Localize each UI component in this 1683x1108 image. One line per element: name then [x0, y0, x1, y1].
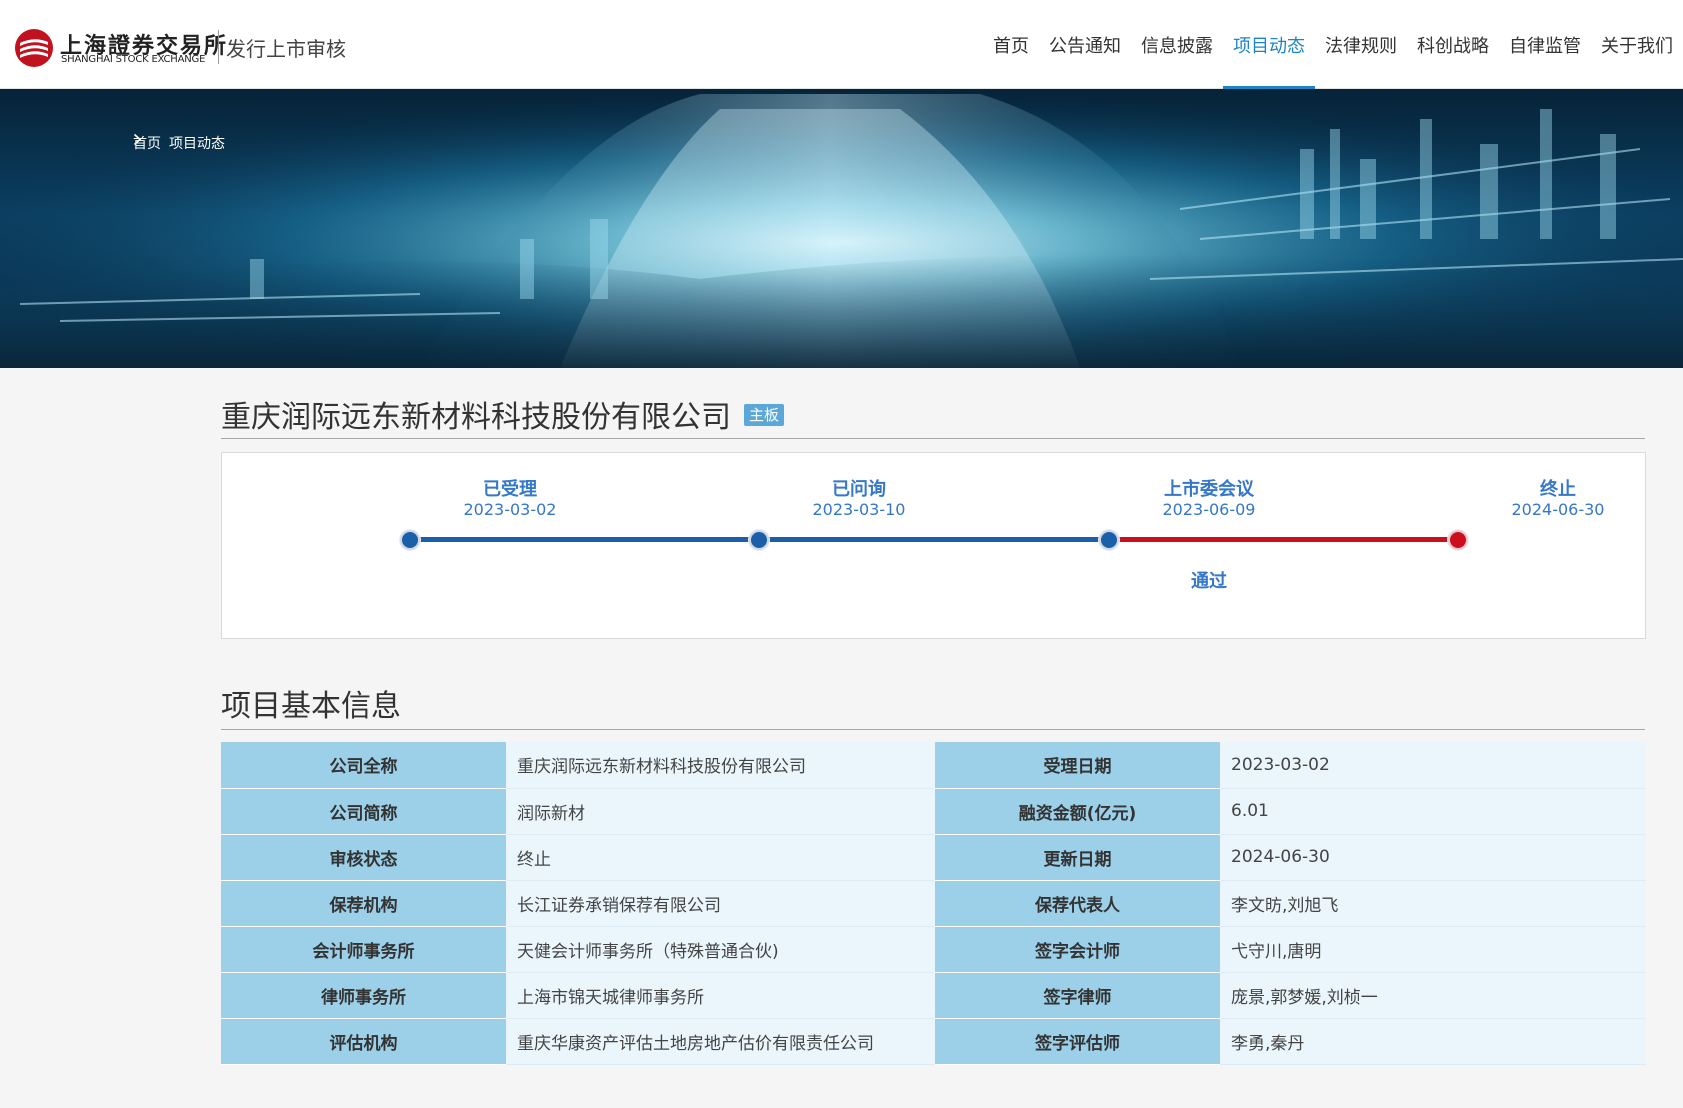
banner-image — [0, 89, 1683, 368]
basic-info-title: 项目基本信息 — [221, 689, 401, 724]
section-divider — [221, 729, 1645, 730]
basic-info-table: 公司全称 重庆润际远东新材料科技股份有限公司 受理日期 2023-03-02 公… — [221, 742, 1646, 1065]
title-divider — [221, 438, 1645, 439]
info-label: 保荐机构 — [221, 880, 506, 927]
company-name-title: 重庆润际远东新材料科技股份有限公司 — [221, 400, 731, 435]
step-date-listing-committee: 2023-06-09 — [1162, 500, 1256, 519]
info-value: 长江证券承销保荐有限公司 — [506, 880, 935, 927]
step-date-accepted: 2023-03-02 — [463, 500, 557, 519]
table-row: 公司简称 润际新材 融资金额(亿元) 6.01 — [221, 788, 1646, 835]
step-result-passed: 通过 — [1191, 571, 1227, 592]
info-label: 会计师事务所 — [221, 926, 506, 973]
nav-home[interactable]: 首页 — [983, 0, 1039, 89]
nav-self-regulation[interactable]: 自律监管 — [1499, 0, 1591, 89]
info-label: 签字会计师 — [935, 926, 1220, 973]
info-label: 公司全称 — [221, 742, 506, 789]
nav-star-strategy[interactable]: 科创战略 — [1407, 0, 1499, 89]
info-value: 6.01 — [1220, 788, 1646, 835]
site-header: 上海證券交易所 SHANGHAI STOCK EXCHANGE 发行上市审核 首… — [0, 0, 1683, 90]
nav-about-us[interactable]: 关于我们 — [1591, 0, 1683, 89]
step-dot-accepted — [400, 530, 420, 550]
progress-track-terminated — [1110, 537, 1458, 542]
step-name-listing-committee: 上市委会议 — [1164, 479, 1254, 500]
step-date-terminated: 2024-06-30 — [1511, 500, 1605, 519]
step-name-inquired: 已问询 — [832, 479, 886, 500]
info-value: 润际新材 — [506, 788, 935, 835]
info-value: 终止 — [506, 834, 935, 881]
info-value: 李文昉,刘旭飞 — [1220, 880, 1646, 927]
info-value: 重庆润际远东新材料科技股份有限公司 — [506, 742, 935, 789]
info-value: 2024-06-30 — [1220, 834, 1646, 881]
nav-announcements[interactable]: 公告通知 — [1039, 0, 1131, 89]
step-dot-terminated — [1448, 530, 1468, 550]
nav-disclosure[interactable]: 信息披露 — [1131, 0, 1223, 89]
info-value: 2023-03-02 — [1220, 742, 1646, 789]
logo-divider — [218, 30, 219, 64]
info-label: 更新日期 — [935, 834, 1220, 881]
step-name-accepted: 已受理 — [483, 479, 537, 500]
info-value: 上海市锦天城律师事务所 — [506, 972, 935, 1019]
table-row: 评估机构 重庆华康资产评估土地房地产估价有限责任公司 签字评估师 李勇,秦丹 — [221, 1018, 1646, 1065]
board-badge: 主板 — [744, 404, 785, 426]
breadcrumb-current: 项目动态 — [169, 136, 225, 152]
site-name: 发行上市审核 — [226, 37, 346, 61]
info-label: 受理日期 — [935, 742, 1220, 789]
info-value: 李勇,秦丹 — [1220, 1018, 1646, 1065]
review-progress-timeline: 已受理 2023-03-02 已问询 2023-03-10 上市委会议 2023… — [221, 452, 1646, 639]
info-label: 签字评估师 — [935, 1018, 1220, 1065]
info-label: 融资金额(亿元) — [935, 788, 1220, 835]
info-label: 律师事务所 — [221, 972, 506, 1019]
info-label: 审核状态 — [221, 834, 506, 881]
info-label: 保荐代表人 — [935, 880, 1220, 927]
sse-emblem-icon — [15, 29, 53, 67]
info-label: 公司简称 — [221, 788, 506, 835]
step-dot-listing-committee — [1099, 530, 1119, 550]
nav-legal-rules[interactable]: 法律规则 — [1315, 0, 1407, 89]
chevron-right-icon — [133, 133, 142, 146]
info-label: 评估机构 — [221, 1018, 506, 1065]
table-row: 律师事务所 上海市锦天城律师事务所 签字律师 庞景,郭梦媛,刘桢一 — [221, 972, 1646, 1019]
breadcrumb: 首页 项目动态 — [133, 133, 225, 153]
nav-project-dynamics[interactable]: 项目动态 — [1223, 0, 1315, 90]
step-name-terminated: 终止 — [1540, 479, 1576, 500]
step-date-inquired: 2023-03-10 — [812, 500, 906, 519]
step-dot-inquired — [749, 530, 769, 550]
main-nav: 首页 公告通知 信息披露 项目动态 法律规则 科创战略 自律监管 关于我们 — [983, 0, 1683, 90]
table-row: 公司全称 重庆润际远东新材料科技股份有限公司 受理日期 2023-03-02 — [221, 742, 1646, 789]
info-value: 弋守川,唐明 — [1220, 926, 1646, 973]
info-value: 天健会计师事务所（特殊普通合伙) — [506, 926, 935, 973]
info-value: 庞景,郭梦媛,刘桢一 — [1220, 972, 1646, 1019]
table-row: 保荐机构 长江证券承销保荐有限公司 保荐代表人 李文昉,刘旭飞 — [221, 880, 1646, 927]
table-row: 审核状态 终止 更新日期 2024-06-30 — [221, 834, 1646, 881]
table-row: 会计师事务所 天健会计师事务所（特殊普通合伙) 签字会计师 弋守川,唐明 — [221, 926, 1646, 973]
info-value: 重庆华康资产评估土地房地产估价有限责任公司 — [506, 1018, 935, 1065]
info-label: 签字律师 — [935, 972, 1220, 1019]
hero-banner: 首页 项目动态 — [0, 89, 1683, 368]
logo-english-name: SHANGHAI STOCK EXCHANGE — [61, 54, 206, 65]
